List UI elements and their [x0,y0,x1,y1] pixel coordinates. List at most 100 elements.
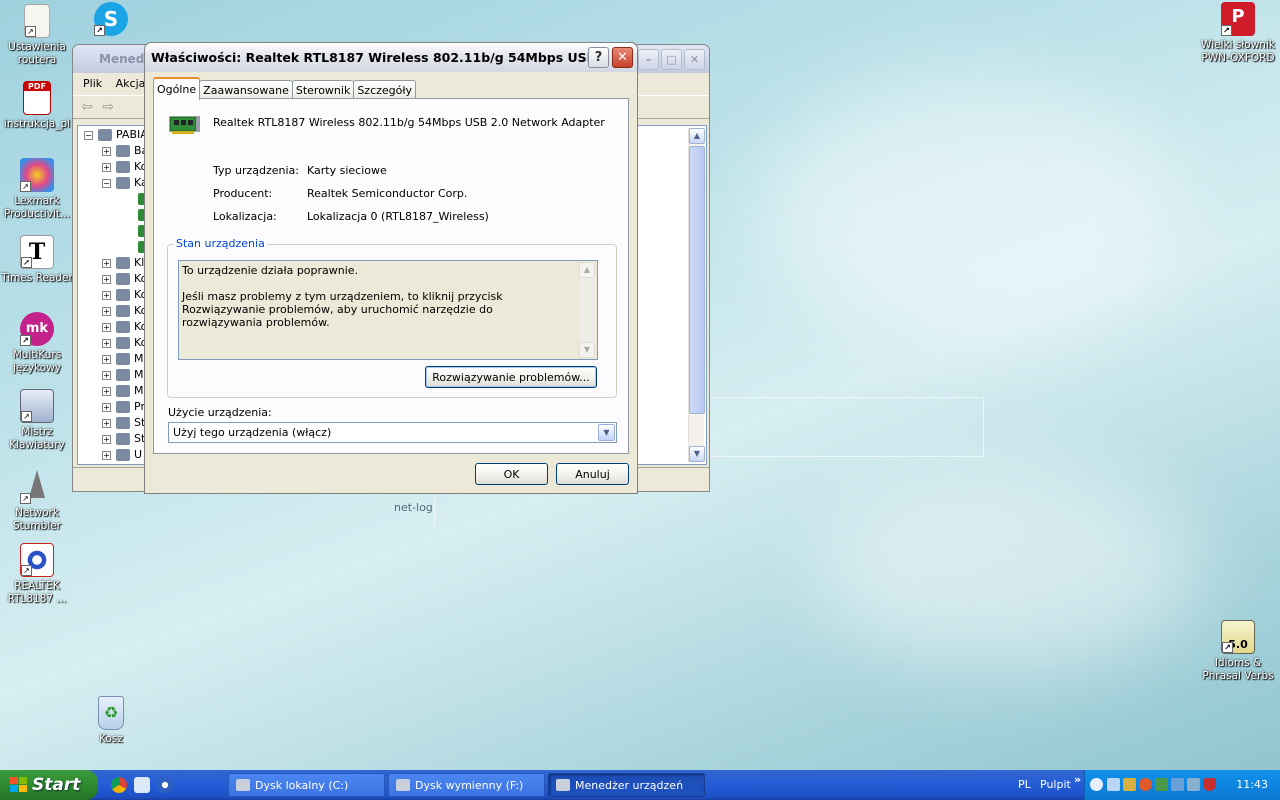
language-indicator[interactable]: PL [1018,778,1031,791]
expand-toggle[interactable]: + [102,258,111,268]
tree-item[interactable]: + Ba [102,144,148,160]
show-desktop-icon[interactable] [134,777,150,793]
cancel-button[interactable]: Anuluj [556,463,629,485]
troubleshoot-button[interactable]: Rozwiązywanie problemów... [425,366,597,388]
tree-item[interactable]: − Ka [102,176,148,192]
network-card-icon [169,116,200,134]
expand-toggle[interactable]: + [102,274,111,284]
maximize-button[interactable]: □ [661,49,682,70]
device-type-value: Karty sieciowe [307,164,387,177]
tree-item[interactable]: + Pr [102,400,145,416]
lexmark-icon: ↗ [20,158,54,192]
desktop-icon-skype[interactable]: S ↗ [74,2,148,39]
desktop-icon-times-reader[interactable]: T ↗ Times Reader [0,235,74,285]
tree-item[interactable]: + U [102,448,142,464]
close-button[interactable]: ✕ [684,49,705,70]
status-line: Jeśli masz problemy z tym urządzeniem, t… [182,290,503,329]
minimize-button[interactable]: – [638,49,659,70]
toolbar-chevron[interactable]: » [1074,773,1081,786]
security-icon[interactable] [1139,778,1152,791]
desktop-toolbar[interactable]: Pulpit [1040,778,1071,791]
back-icon[interactable]: ⇦ [81,99,93,115]
expand-toggle[interactable]: + [102,162,111,172]
help-button[interactable]: ? [588,47,609,68]
expand-toggle[interactable]: + [102,338,111,348]
media-player-icon[interactable] [157,777,173,793]
expand-toggle[interactable]: + [102,370,111,380]
desktop-icon-pwn-oxford[interactable]: P ↗ Wielki słownik PWN-OXFORD [1198,2,1278,65]
vertical-scrollbar[interactable]: ▲ ▼ [688,128,705,462]
tab-general[interactable]: Ogólne [153,77,201,100]
forward-icon[interactable]: ⇨ [102,99,114,115]
desktop-icon-router-settings[interactable]: ↗ Ustawienia routera [0,4,74,67]
tree-item[interactable]: + St [102,432,145,448]
chevron-down-icon[interactable]: ▼ [598,424,615,441]
expand-toggle[interactable]: + [102,306,111,316]
expand-toggle[interactable]: + [102,386,111,396]
tree-item[interactable]: + M [102,352,144,368]
realtek-icon: ↗ [20,543,54,577]
ok-button[interactable]: OK [475,463,548,485]
desktop-icon-idioms[interactable]: 5.0 ↗ Idioms & Phrasal Verbs [1198,620,1278,683]
tree-item[interactable]: + St [102,416,145,432]
tab-advanced[interactable]: Zaawansowane [199,80,293,100]
tree-item[interactable]: + Ko [102,288,147,304]
tree-item[interactable]: + Ko [102,272,147,288]
safety-icon[interactable] [1123,778,1136,791]
desktop-icon-recycle-bin[interactable]: ♻ Kosz [74,696,148,746]
expand-toggle[interactable]: + [102,322,111,332]
scroll-up-button[interactable]: ▲ [689,128,705,144]
tab-driver[interactable]: Sterownik [291,80,355,100]
tray-expand-icon[interactable] [1090,778,1103,791]
desktop-icon-mistrz-klawiatury[interactable]: ↗ Mistrz Klawiatury [0,389,74,452]
expand-toggle[interactable]: + [102,402,111,412]
tree-item[interactable]: + Ko [102,160,147,176]
computer-icon [556,779,570,791]
desktop-icon-network-stumbler[interactable]: ↗ Network Stumbler [0,466,74,533]
task-local-disk[interactable]: Dysk lokalny (C:) [228,773,385,797]
clock[interactable]: 11:43 [1236,778,1268,791]
expand-toggle[interactable]: + [102,434,111,444]
device-category-icon [116,337,130,349]
device-category-icon [116,289,130,301]
expand-toggle[interactable]: + [102,354,111,364]
device-category-icon [116,273,130,285]
expand-toggle[interactable]: + [102,450,111,460]
dialog-titlebar[interactable]: Właściwości: Realtek RTL8187 Wireless 80… [145,43,637,72]
device-category-icon [116,257,130,269]
device-usage-select[interactable]: Użyj tego urządzenia (włącz) ▼ [168,422,617,443]
signal-icon[interactable] [1155,778,1168,791]
task-device-manager[interactable]: Menedżer urządzeń [548,773,705,797]
tree-item[interactable]: + M [102,368,144,384]
tree-root[interactable]: − PABIA [84,128,148,144]
tree-item[interactable]: + Ko [102,336,147,352]
tree-item[interactable]: + M [102,384,144,400]
device-status-text[interactable]: To urządzenie działa poprawnie. Jeśli ma… [178,260,598,360]
expand-toggle[interactable]: + [102,146,111,156]
properties-dialog[interactable]: Właściwości: Realtek RTL8187 Wireless 80… [144,42,638,494]
close-button[interactable]: ✕ [612,47,633,68]
tree-item[interactable]: + Ko [102,304,147,320]
scroll-down-button[interactable]: ▼ [689,446,705,462]
device-category-icon [116,401,130,413]
network-icon[interactable] [1107,778,1120,791]
menu-action[interactable]: Akcja [116,77,146,90]
scroll-thumb[interactable] [689,146,705,414]
tree-item[interactable]: + Kl [102,256,144,272]
menu-file[interactable]: Plik [83,77,102,90]
desktop-icon-instrukcja[interactable]: PDF instrukcja_pl [0,81,74,131]
tree-item[interactable]: + Ko [102,320,147,336]
chrome-icon[interactable] [111,777,127,793]
tab-details[interactable]: Szczegóły [353,80,417,100]
shield-icon[interactable] [1203,778,1216,791]
desktop-icon-realtek[interactable]: ↗ REALTEK RTL8187 ... [0,543,74,606]
task-removable-disk[interactable]: Dysk wymienny (F:) [388,773,545,797]
expand-toggle[interactable]: − [102,178,111,188]
desktop-icon-lexmark[interactable]: ↗ Lexmark Productivit... [0,158,74,221]
desktop-icon-multikurs[interactable]: mk ↗ MultiKurs językowy [0,312,74,375]
start-button[interactable]: Start [0,770,98,800]
expand-toggle[interactable]: + [102,290,111,300]
usb-icon[interactable] [1171,778,1184,791]
expand-toggle[interactable]: + [102,418,111,428]
display-icon[interactable] [1187,778,1200,791]
